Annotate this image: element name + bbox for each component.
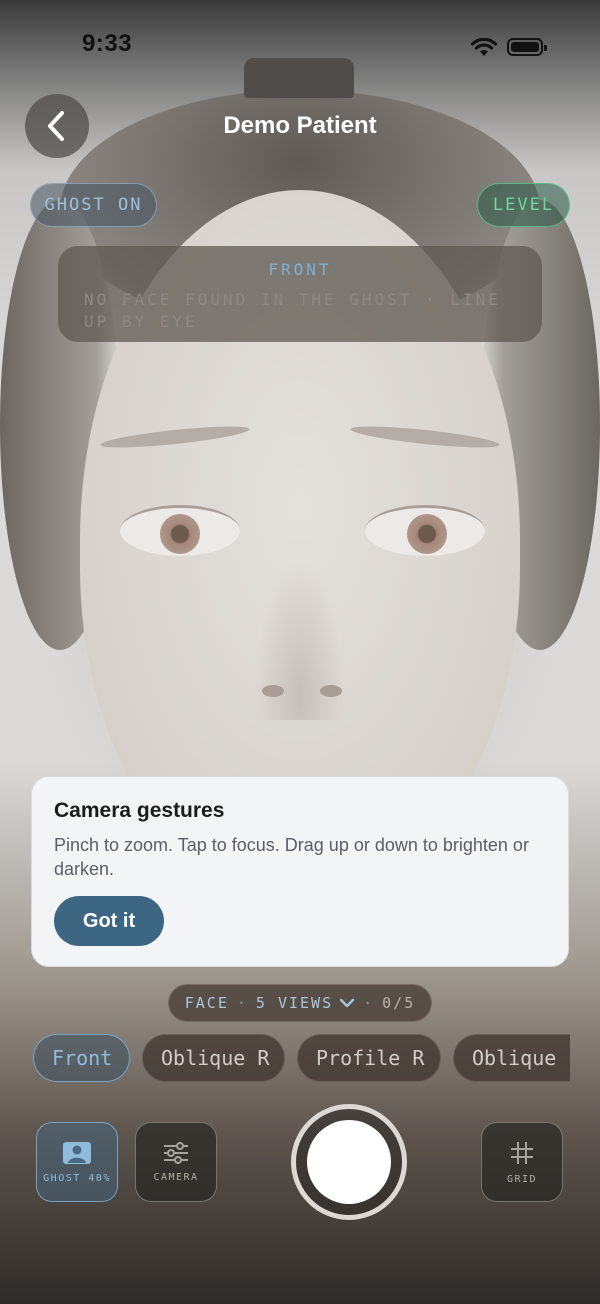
pose-hint-card: FRONT NO FACE FOUND IN THE GHOST · LINE … [58, 246, 542, 342]
camera-settings-button[interactable]: CAMERA [135, 1122, 217, 1202]
hint-message: NO FACE FOUND IN THE GHOST · LINE UP BY … [84, 290, 501, 331]
view-chip-front[interactable]: Front [33, 1034, 130, 1082]
grid-label: GRID [506, 1173, 538, 1185]
tooltip-title: Camera gestures [54, 799, 225, 822]
camera-settings-label: CAMERA [153, 1171, 199, 1183]
chevron-down-icon [339, 998, 355, 1008]
view-chip-profile-r[interactable]: Profile R [297, 1034, 441, 1082]
view-count: 5 VIEWS [255, 994, 334, 1012]
view-chip-oblique-r[interactable]: Oblique R [142, 1034, 285, 1082]
ghost-opacity-button[interactable]: GHOST 40% [36, 1122, 118, 1202]
hint-title: FRONT [268, 260, 332, 279]
ghost-opacity-label: GHOST 40% [43, 1172, 111, 1184]
person-icon [63, 1141, 91, 1164]
level-toggle-button[interactable]: LEVEL [477, 183, 570, 227]
ghost-hair-clip [244, 58, 354, 98]
grid-button[interactable]: GRID [481, 1122, 563, 1202]
ghost-toggle-button[interactable]: GHOST ON [30, 183, 157, 227]
tooltip-body: Pinch to zoom. Tap to focus. Drag up or … [54, 835, 529, 879]
battery-icon [507, 38, 547, 56]
shutter-button[interactable] [307, 1120, 391, 1204]
sliders-icon [164, 1141, 188, 1164]
ghost-nostril [320, 685, 342, 697]
camera-gestures-tooltip: Camera gestures Pinch to zoom. Tap to fo… [31, 776, 569, 967]
view-mode: FACE [184, 994, 229, 1012]
view-progress: 0/5 [382, 994, 416, 1012]
got-it-button[interactable]: Got it [54, 896, 164, 946]
status-time: 9:33 [82, 30, 133, 57]
ghost-nostril [262, 685, 284, 697]
wifi-icon [470, 38, 498, 56]
ghost-left-eye [120, 505, 240, 556]
view-chip-oblique-l[interactable]: Oblique L [453, 1034, 570, 1082]
page-title: Demo Patient [223, 112, 377, 139]
ghost-right-eye [365, 505, 485, 556]
view-set-selector[interactable]: FACE · 5 VIEWS · 0/5 [168, 984, 432, 1022]
back-button[interactable] [25, 94, 89, 158]
view-chip-strip[interactable]: Front Oblique R Profile R Oblique L [33, 1034, 570, 1084]
grid-icon [511, 1141, 533, 1164]
chevron-left-icon [48, 111, 64, 141]
shutter-ring [291, 1104, 407, 1220]
